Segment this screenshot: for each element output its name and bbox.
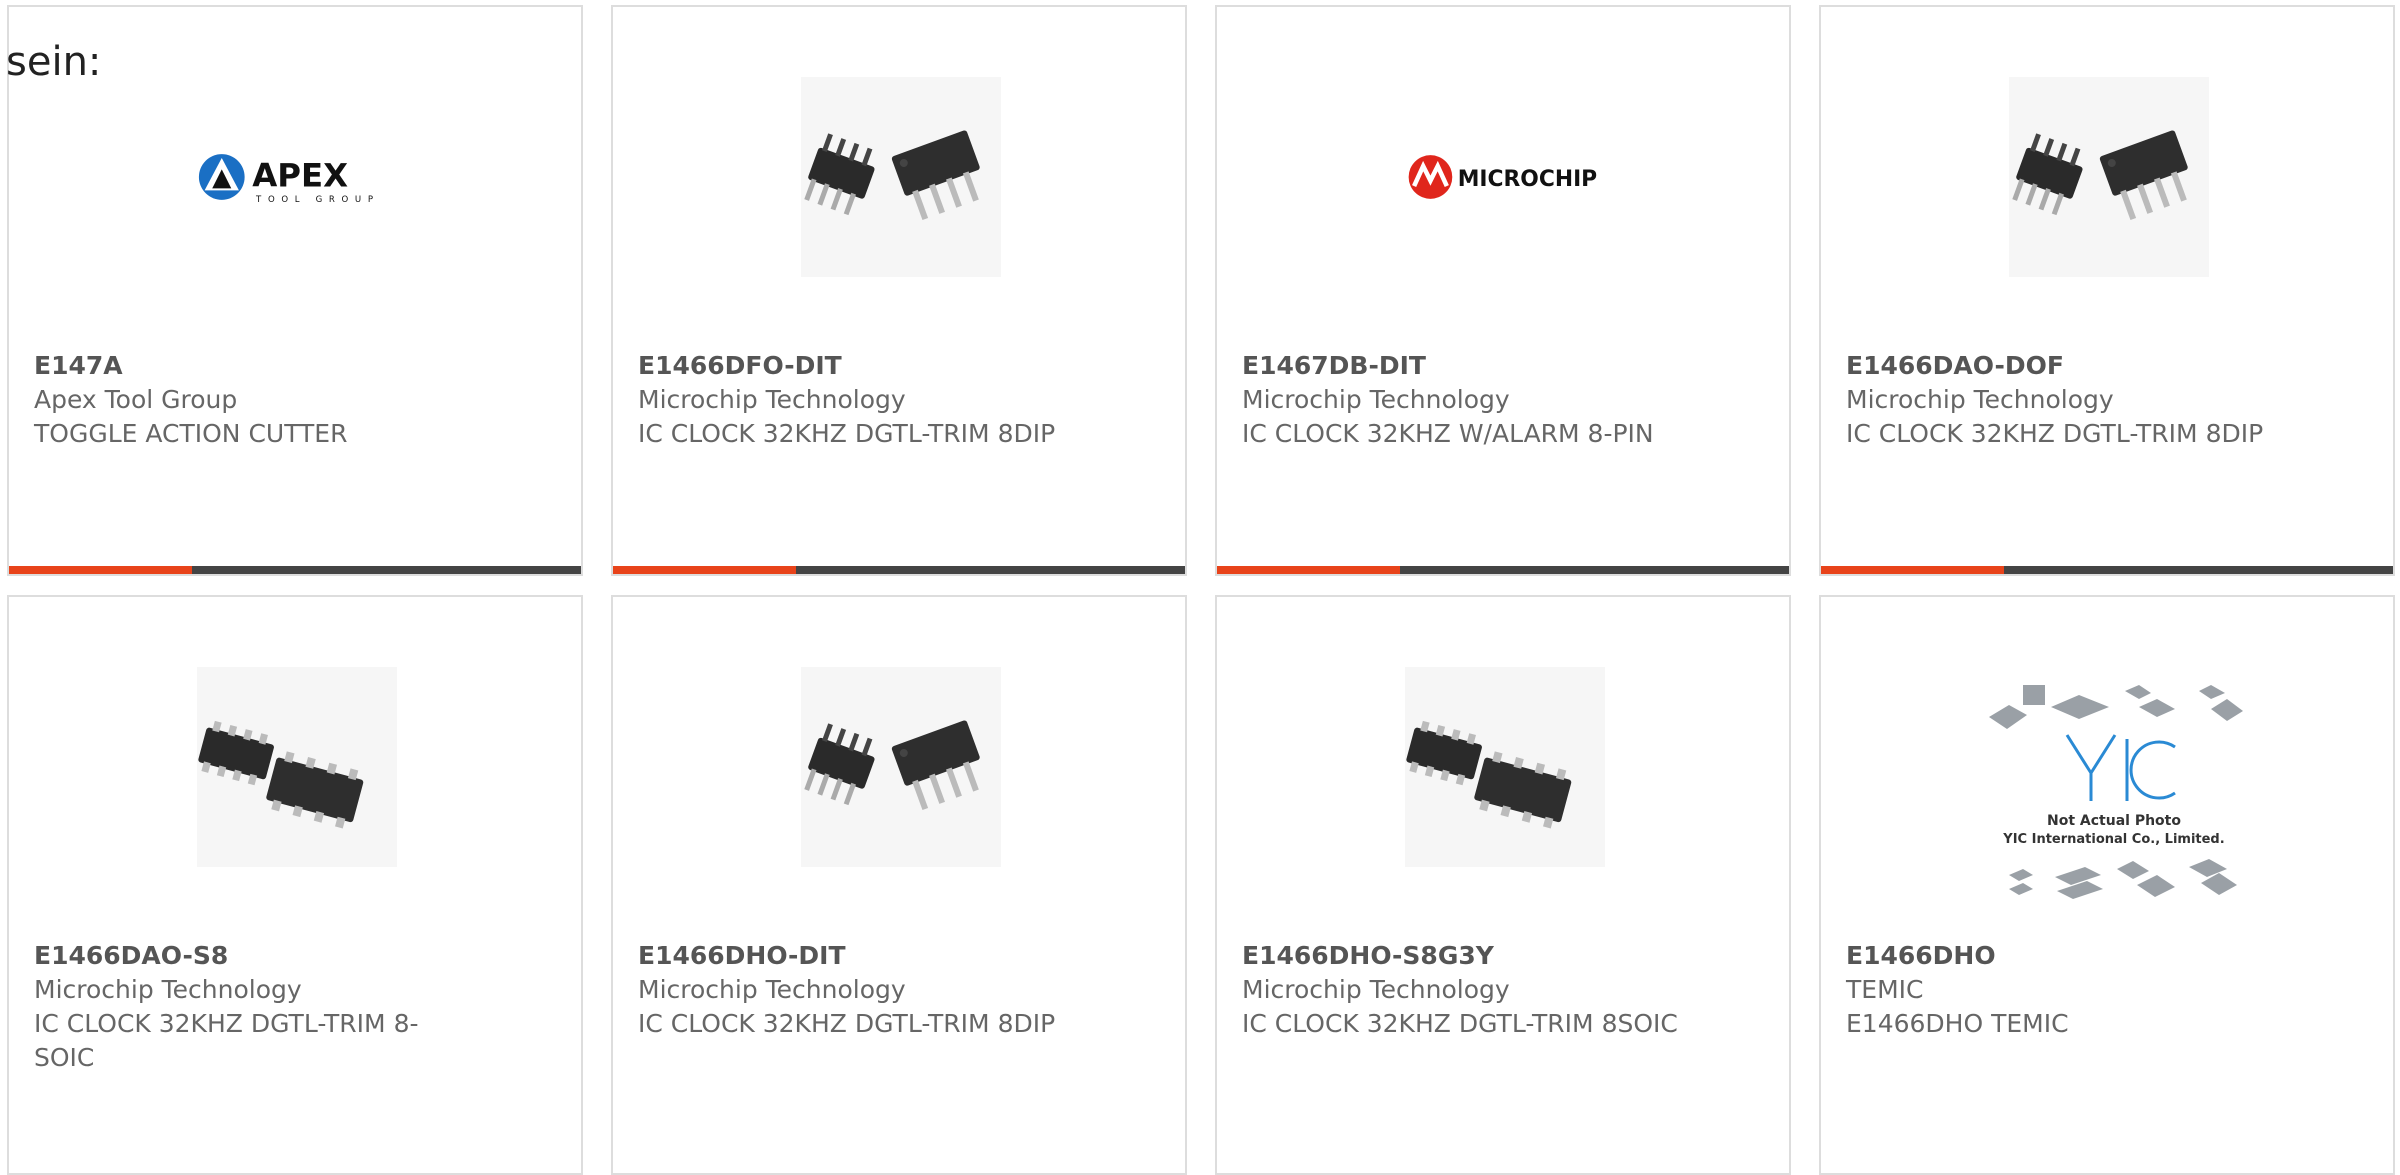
manufacturer-name: Microchip Technology bbox=[1242, 975, 1510, 1004]
product-card[interactable]: APEX TOOL GROUP E147A Apex Tool Group TO… bbox=[7, 5, 583, 576]
soic-chip-photo bbox=[1405, 667, 1605, 867]
card-footer-accent bbox=[613, 566, 797, 574]
manufacturer-name: TEMIC bbox=[1846, 975, 1924, 1004]
manufacturer-name: Microchip Technology bbox=[638, 385, 906, 414]
intro-text: sein: bbox=[6, 39, 102, 85]
product-description: IC CLOCK 32KHZ DGTL-TRIM 8-SOIC bbox=[34, 1009, 419, 1072]
part-number-link[interactable]: E1466DHO bbox=[1846, 939, 2286, 973]
part-number-link[interactable]: E1467DB-DIT bbox=[1242, 349, 1682, 383]
card-footer-accent bbox=[1217, 566, 1401, 574]
card-footer-accent bbox=[9, 566, 193, 574]
product-description: IC CLOCK 32KHZ W/ALARM 8-PIN bbox=[1242, 419, 1654, 448]
product-description: IC CLOCK 32KHZ DGTL-TRIM 8SOIC bbox=[1242, 1009, 1678, 1038]
dip-chip-photo bbox=[2009, 77, 2209, 277]
product-description: TOGGLE ACTION CUTTER bbox=[34, 419, 348, 448]
product-card[interactable]: E1466DAO-DOF Microchip Technology IC CLO… bbox=[1819, 5, 2395, 576]
product-card[interactable]: Not Actual Photo YIC International Co., … bbox=[1819, 595, 2395, 1175]
card-footer-accent bbox=[1821, 566, 2005, 574]
card-footer-bar bbox=[613, 566, 1185, 574]
microchip-logo: MICROCHIP bbox=[1405, 77, 1605, 277]
apex-tool-group-logo: APEX TOOL GROUP bbox=[197, 77, 397, 277]
part-number-link[interactable]: E147A bbox=[34, 349, 474, 383]
manufacturer-name: Microchip Technology bbox=[638, 975, 906, 1004]
dip-chip-photo bbox=[801, 77, 1001, 277]
manufacturer-name: Microchip Technology bbox=[34, 975, 302, 1004]
card-footer-bar bbox=[9, 566, 581, 574]
card-footer-bar bbox=[1217, 566, 1789, 574]
product-description: E1466DHO TEMIC bbox=[1846, 1009, 2069, 1038]
product-card[interactable]: E1466DAO-S8 Microchip Technology IC CLOC… bbox=[7, 595, 583, 1175]
product-description: IC CLOCK 32KHZ DGTL-TRIM 8DIP bbox=[1846, 419, 2264, 448]
card-footer-bar bbox=[1821, 566, 2393, 574]
soic-chip-photo bbox=[197, 667, 397, 867]
product-description: IC CLOCK 32KHZ DGTL-TRIM 8DIP bbox=[638, 419, 1056, 448]
manufacturer-name: Microchip Technology bbox=[1242, 385, 1510, 414]
microchip-logo-text: MICROCHIP bbox=[1458, 167, 1597, 192]
part-number-link[interactable]: E1466DAO-S8 bbox=[34, 939, 474, 973]
product-card[interactable]: E1466DHO-S8G3Y Microchip Technology IC C… bbox=[1215, 595, 1791, 1175]
part-number-link[interactable]: E1466DAO-DOF bbox=[1846, 349, 2286, 383]
dip-chip-photo bbox=[801, 667, 1001, 867]
product-card[interactable]: E1466DFO-DIT Microchip Technology IC CLO… bbox=[611, 5, 1187, 576]
apex-logo-subtext: TOOL GROUP bbox=[255, 195, 380, 205]
manufacturer-name: Apex Tool Group bbox=[34, 385, 238, 414]
product-description: IC CLOCK 32KHZ DGTL-TRIM 8DIP bbox=[638, 1009, 1056, 1038]
product-card[interactable]: E1466DHO-DIT Microchip Technology IC CLO… bbox=[611, 595, 1187, 1175]
part-number-link[interactable]: E1466DHO-DIT bbox=[638, 939, 1078, 973]
part-number-link[interactable]: E1466DHO-S8G3Y bbox=[1242, 939, 1682, 973]
image-caption-not-actual: Not Actual Photo bbox=[2047, 813, 2181, 829]
image-caption-company: YIC International Co., Limited. bbox=[2002, 832, 2224, 847]
apex-logo-text: APEX bbox=[252, 157, 348, 195]
product-card[interactable]: MICROCHIP E1467DB-DIT Microchip Technolo… bbox=[1215, 5, 1791, 576]
yic-placeholder-photo: Not Actual Photo YIC International Co., … bbox=[1979, 677, 2249, 917]
part-number-link[interactable]: E1466DFO-DIT bbox=[638, 349, 1078, 383]
manufacturer-name: Microchip Technology bbox=[1846, 385, 2114, 414]
